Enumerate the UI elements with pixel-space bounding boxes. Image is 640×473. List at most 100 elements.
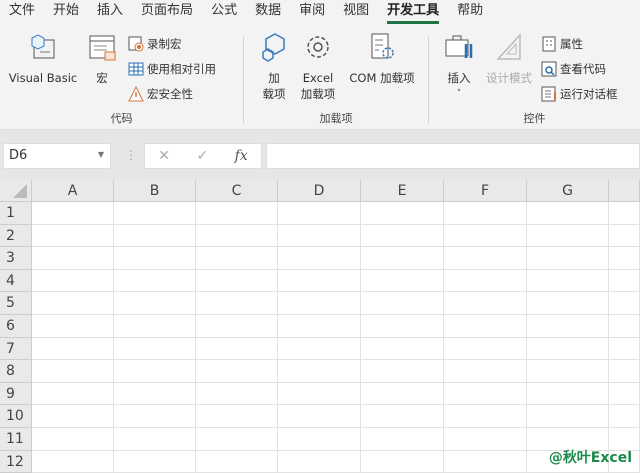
cell[interactable]	[278, 405, 361, 428]
cell[interactable]	[278, 269, 361, 293]
cell[interactable]	[361, 269, 444, 293]
row-header[interactable]: 5	[0, 292, 32, 315]
cell[interactable]	[527, 405, 609, 428]
cell[interactable]	[361, 360, 444, 383]
row-header[interactable]: 8	[0, 360, 32, 383]
tab-0[interactable]: 文件	[0, 0, 44, 24]
cell[interactable]	[444, 450, 527, 473]
cell[interactable]	[114, 360, 196, 383]
macro-security-button[interactable]: 宏安全性	[128, 84, 193, 104]
dropdown-icon[interactable]: ▼	[98, 150, 104, 159]
cell[interactable]	[278, 450, 361, 473]
cell[interactable]	[444, 315, 527, 338]
column-header[interactable]: G	[527, 180, 609, 202]
cell[interactable]	[32, 269, 114, 293]
cell[interactable]	[196, 360, 278, 383]
cell[interactable]	[444, 292, 527, 315]
cell[interactable]	[444, 428, 527, 451]
cell[interactable]	[278, 428, 361, 451]
cell[interactable]	[444, 337, 527, 361]
cell[interactable]	[114, 405, 196, 428]
row-header[interactable]: 12	[0, 450, 32, 473]
cell[interactable]	[196, 247, 278, 270]
design-mode-button[interactable]: 设计模式	[481, 32, 537, 86]
cell[interactable]	[32, 247, 114, 270]
insert-function-icon[interactable]: fx	[235, 148, 248, 164]
cell[interactable]	[527, 269, 609, 293]
cell[interactable]	[196, 224, 278, 248]
cell[interactable]	[361, 428, 444, 451]
cell[interactable]	[32, 428, 114, 451]
cell[interactable]	[444, 202, 527, 225]
row-header[interactable]: 11	[0, 428, 32, 451]
cell[interactable]	[361, 382, 444, 406]
tab-5[interactable]: 数据	[246, 0, 290, 24]
properties-button[interactable]: 属性	[541, 34, 583, 54]
column-header[interactable]: A	[32, 180, 114, 202]
cell[interactable]	[361, 315, 444, 338]
cell[interactable]	[114, 382, 196, 406]
cell[interactable]	[609, 405, 640, 428]
cell[interactable]	[361, 292, 444, 315]
resize-handle-icon[interactable]: ⋮	[125, 148, 137, 162]
cell[interactable]	[114, 224, 196, 248]
tab-1[interactable]: 开始	[44, 0, 88, 24]
cell[interactable]	[527, 202, 609, 225]
cell[interactable]	[196, 202, 278, 225]
cell[interactable]	[278, 315, 361, 338]
visual-basic-button[interactable]: Visual Basic	[6, 32, 80, 86]
select-all-button[interactable]	[0, 180, 32, 202]
row-header[interactable]: 3	[0, 247, 32, 270]
cell[interactable]	[114, 450, 196, 473]
cell[interactable]	[32, 450, 114, 473]
column-header[interactable]: E	[361, 180, 444, 202]
cell[interactable]	[609, 269, 640, 293]
macros-button[interactable]: 宏	[84, 32, 120, 86]
cell[interactable]	[32, 202, 114, 225]
insert-control-button[interactable]: 插入 ˅	[441, 32, 477, 102]
cell[interactable]	[32, 315, 114, 338]
cell[interactable]	[32, 360, 114, 383]
cell[interactable]	[444, 382, 527, 406]
cell[interactable]	[278, 360, 361, 383]
row-header[interactable]: 10	[0, 405, 32, 428]
cell[interactable]	[609, 247, 640, 270]
cell[interactable]	[361, 247, 444, 270]
cell[interactable]	[196, 292, 278, 315]
cell[interactable]	[196, 450, 278, 473]
cancel-icon[interactable]: ✕	[158, 148, 170, 164]
cell[interactable]	[32, 382, 114, 406]
cell[interactable]	[444, 405, 527, 428]
tab-7[interactable]: 视图	[334, 0, 378, 24]
row-header[interactable]: 6	[0, 315, 32, 338]
cell[interactable]	[278, 292, 361, 315]
cell[interactable]	[196, 315, 278, 338]
cell[interactable]	[609, 382, 640, 406]
row-header[interactable]: 4	[0, 269, 32, 293]
enter-icon[interactable]: ✓	[196, 148, 208, 164]
row-header[interactable]: 1	[0, 202, 32, 225]
cell[interactable]	[361, 405, 444, 428]
cell[interactable]	[196, 405, 278, 428]
tab-9[interactable]: 帮助	[448, 0, 492, 24]
excel-addins-button[interactable]: Excel 加载项	[294, 32, 342, 102]
cell[interactable]	[444, 224, 527, 248]
cell[interactable]	[609, 315, 640, 338]
row-header[interactable]: 9	[0, 382, 32, 406]
row-header[interactable]: 7	[0, 337, 32, 361]
cell[interactable]	[444, 360, 527, 383]
cell[interactable]	[278, 247, 361, 270]
formula-input[interactable]	[266, 143, 640, 169]
cell[interactable]	[114, 428, 196, 451]
cell[interactable]	[32, 224, 114, 248]
cell[interactable]	[527, 292, 609, 315]
cell[interactable]	[527, 224, 609, 248]
row-header[interactable]: 2	[0, 224, 32, 248]
column-header[interactable]	[609, 180, 640, 202]
cell[interactable]	[527, 247, 609, 270]
column-header[interactable]: C	[196, 180, 278, 202]
cell[interactable]	[196, 428, 278, 451]
tab-3[interactable]: 页面布局	[132, 0, 202, 24]
tab-8[interactable]: 开发工具	[378, 0, 448, 24]
cell[interactable]	[444, 269, 527, 293]
